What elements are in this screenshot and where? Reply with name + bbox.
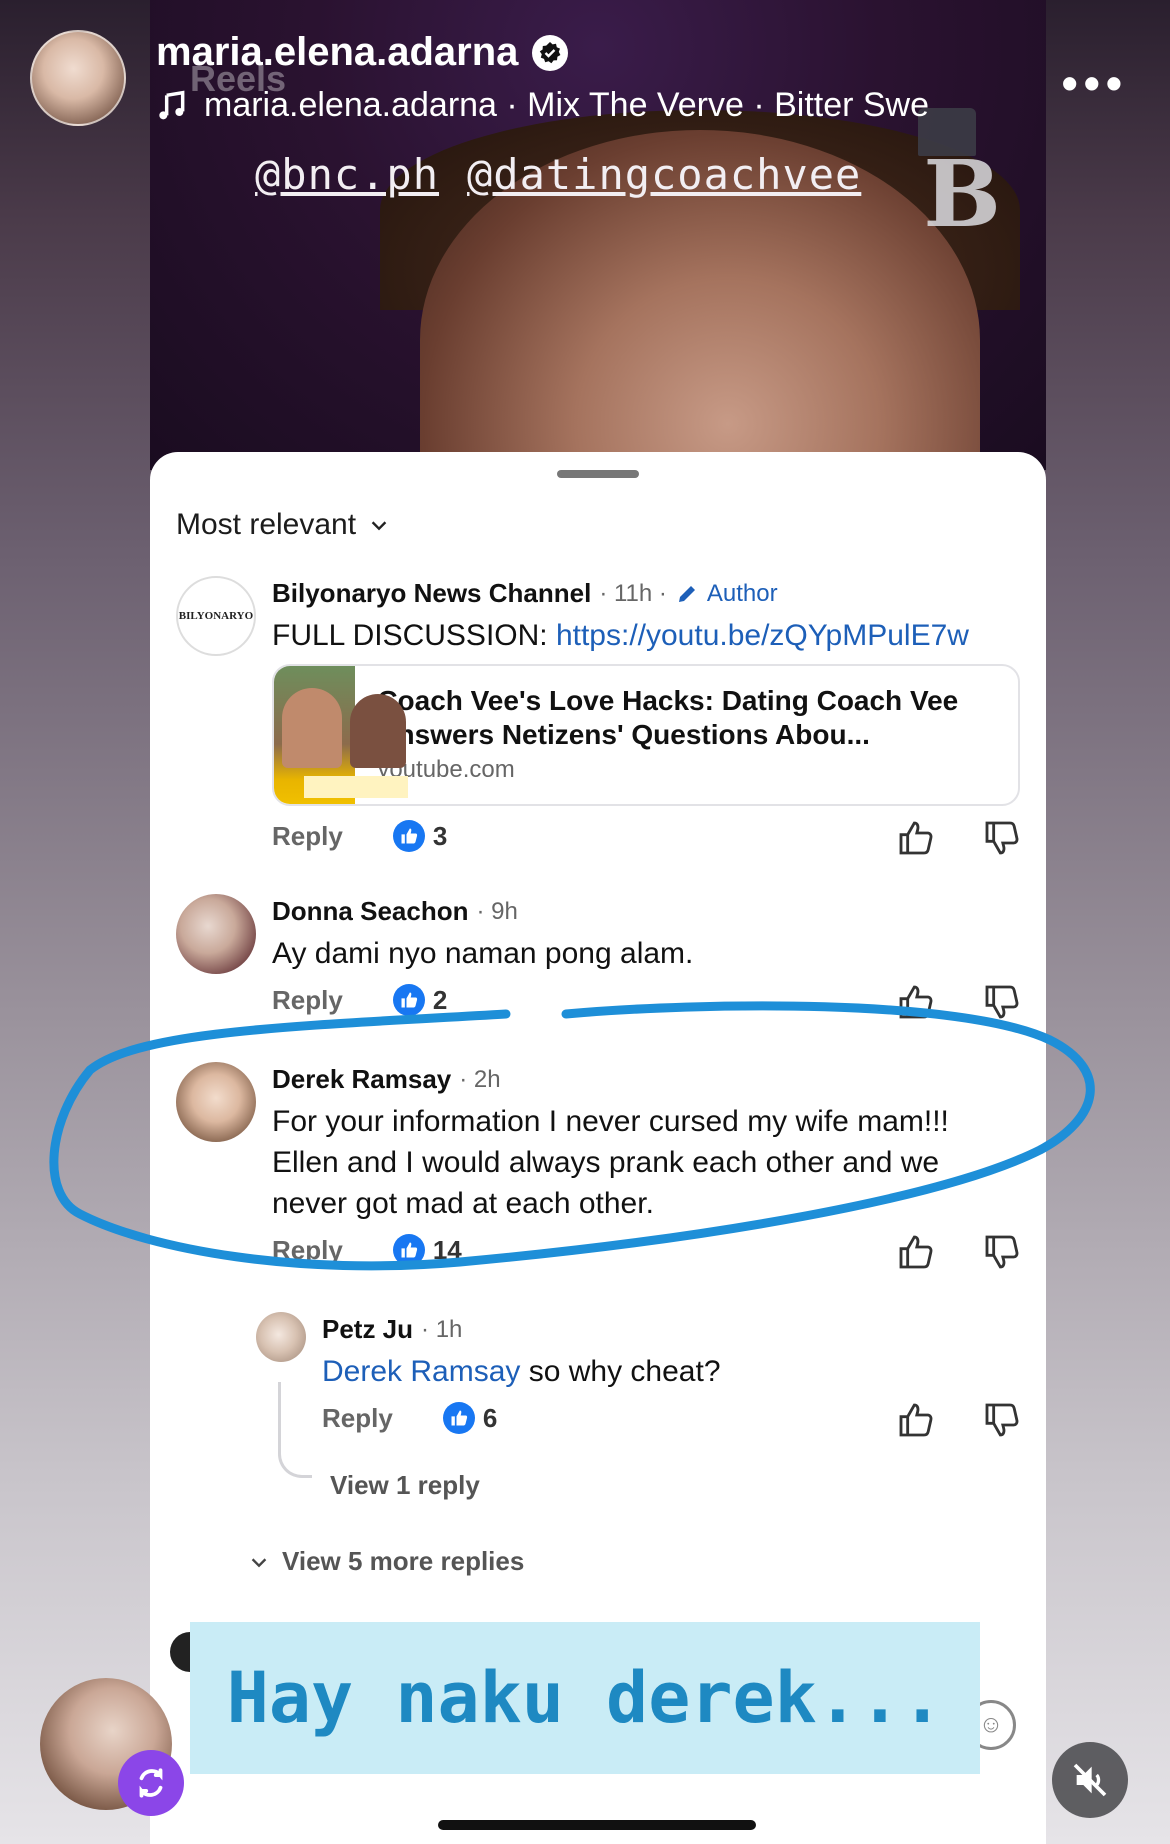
comment-text: Ay dami nyo naman pong alam. xyxy=(272,937,694,970)
chevron-down-icon xyxy=(251,1557,267,1567)
thumbs-down-icon[interactable] xyxy=(982,982,1022,1022)
thumbs-down-icon[interactable] xyxy=(982,818,1022,858)
link-preview-card[interactable]: Coach Vee's Love Hacks: Dating Coach Vee… xyxy=(272,664,1020,806)
comment-bilyonaryo: Bilyonaryo News Channel · 11h · Author F… xyxy=(272,578,1012,656)
channel-logo: B xyxy=(923,140,1001,248)
vote-buttons xyxy=(896,1232,1022,1272)
comment-time: · 1h xyxy=(421,1315,463,1343)
commenter-name[interactable]: Bilyonaryo News Channel xyxy=(272,578,591,609)
thumbs-up-icon[interactable] xyxy=(896,1232,936,1272)
like-count: 2 xyxy=(392,984,448,1016)
thumbs-down-icon[interactable] xyxy=(982,1232,1022,1272)
like-badge-icon xyxy=(392,1234,425,1266)
like-badge-icon xyxy=(392,820,425,852)
username-row: maria.elena.adarna xyxy=(156,30,569,75)
vote-buttons xyxy=(896,818,1022,858)
remix-icon[interactable] xyxy=(118,1750,184,1816)
comment-donna: Donna Seachon · 9h Ay dami nyo naman pon… xyxy=(272,896,1012,974)
profile-avatar[interactable] xyxy=(30,30,126,126)
home-indicator xyxy=(438,1820,756,1830)
like-count-value: 3 xyxy=(432,820,448,851)
petz-avatar[interactable] xyxy=(256,1312,306,1362)
tag-datingcoachvee[interactable]: @datingcoachvee xyxy=(467,150,861,199)
comment-actions: Reply 3 xyxy=(272,820,447,852)
comment-text: FULL DISCUSSION: https://youtu.be/zQYpMP… xyxy=(272,615,1012,656)
like-badge-icon xyxy=(442,1402,475,1434)
sort-dropdown[interactable]: Most relevant xyxy=(176,508,390,542)
sheet-handle[interactable] xyxy=(557,470,639,478)
comment-actions: Reply 2 xyxy=(272,984,447,1016)
commenter-name[interactable]: Donna Seachon xyxy=(272,896,468,927)
view-more-replies-label: View 5 more replies xyxy=(282,1546,525,1576)
comment-actions: Reply 14 xyxy=(272,1234,462,1266)
author-tag: Author xyxy=(706,579,778,607)
like-count: 3 xyxy=(392,820,448,852)
thumbs-up-icon[interactable] xyxy=(896,1400,936,1440)
like-count: 6 xyxy=(442,1402,498,1434)
thumbs-up-icon[interactable] xyxy=(896,818,936,858)
commenter-name[interactable]: Derek Ramsay xyxy=(272,1064,451,1095)
music-note-icon xyxy=(159,90,185,119)
preview-thumbnail xyxy=(274,666,408,804)
like-count-value: 14 xyxy=(432,1234,462,1265)
comment-actions: Reply 6 xyxy=(322,1402,497,1434)
reply-button[interactable]: Reply xyxy=(272,985,343,1016)
like-count: 14 xyxy=(392,1234,462,1266)
comment-time: · 9h xyxy=(476,897,518,925)
like-count-value: 6 xyxy=(482,1402,498,1433)
comment-time: · 11h · xyxy=(599,579,667,607)
username[interactable]: maria.elena.adarna xyxy=(156,30,518,75)
caption-overlay: Hay naku derek... xyxy=(190,1622,980,1774)
view-more-replies-button[interactable]: View 5 more replies xyxy=(248,1546,524,1577)
preview-site: youtube.com xyxy=(377,756,515,783)
commenter-name[interactable]: Petz Ju xyxy=(322,1314,413,1345)
video-tags: @bnc.ph @datingcoachvee xyxy=(255,150,889,199)
chevron-down-icon xyxy=(371,521,387,531)
comment-time: · 2h xyxy=(459,1065,501,1093)
preview-body: Coach Vee's Love Hacks: Dating Coach Vee… xyxy=(355,666,1018,804)
comment-text: For your information I never cursed my w… xyxy=(272,1105,949,1220)
thread-connector xyxy=(278,1382,312,1478)
music-label: maria.elena.adarna · Mix The Verve · Bit… xyxy=(204,86,930,124)
comment-text: Derek Ramsay so why cheat? xyxy=(322,1351,1012,1392)
thumbs-up-icon[interactable] xyxy=(896,982,936,1022)
derek-avatar[interactable] xyxy=(176,1062,256,1142)
mention-link[interactable]: Derek Ramsay xyxy=(322,1355,520,1388)
vote-buttons xyxy=(896,982,1022,1022)
reply-button[interactable]: Reply xyxy=(272,1235,343,1266)
reply-button[interactable]: Reply xyxy=(272,821,343,852)
like-badge-icon xyxy=(392,984,425,1016)
sort-label: Most relevant xyxy=(176,508,357,541)
more-options-icon[interactable]: ••• xyxy=(1062,56,1128,110)
comment-text-prefix: FULL DISCUSSION: xyxy=(272,619,556,652)
like-count-value: 2 xyxy=(432,984,448,1015)
mute-icon[interactable] xyxy=(1052,1742,1128,1818)
pencil-icon xyxy=(678,585,695,602)
comment-text-body: so why cheat? xyxy=(520,1355,721,1388)
thumbs-down-icon[interactable] xyxy=(982,1400,1022,1440)
comment-derek: Derek Ramsay · 2h For your information I… xyxy=(272,1064,1012,1224)
music-row[interactable]: maria.elena.adarna · Mix The Verve · Bit… xyxy=(156,86,1016,125)
reply-button[interactable]: Reply xyxy=(322,1403,393,1434)
donna-avatar[interactable] xyxy=(176,894,256,974)
tag-bnc[interactable]: @bnc.ph xyxy=(255,150,439,199)
view-1-reply-button[interactable]: View 1 reply xyxy=(330,1470,480,1501)
bilyonaryo-avatar[interactable]: BILYONARYO xyxy=(176,576,256,656)
comment-petz: Petz Ju · 1h Derek Ramsay so why cheat? xyxy=(322,1314,1012,1392)
verified-badge-icon xyxy=(532,34,569,71)
preview-title: Coach Vee's Love Hacks: Dating Coach Vee… xyxy=(377,685,959,750)
youtube-link[interactable]: https://youtu.be/zQYpMPulE7w xyxy=(556,619,969,652)
vote-buttons xyxy=(896,1400,1022,1440)
